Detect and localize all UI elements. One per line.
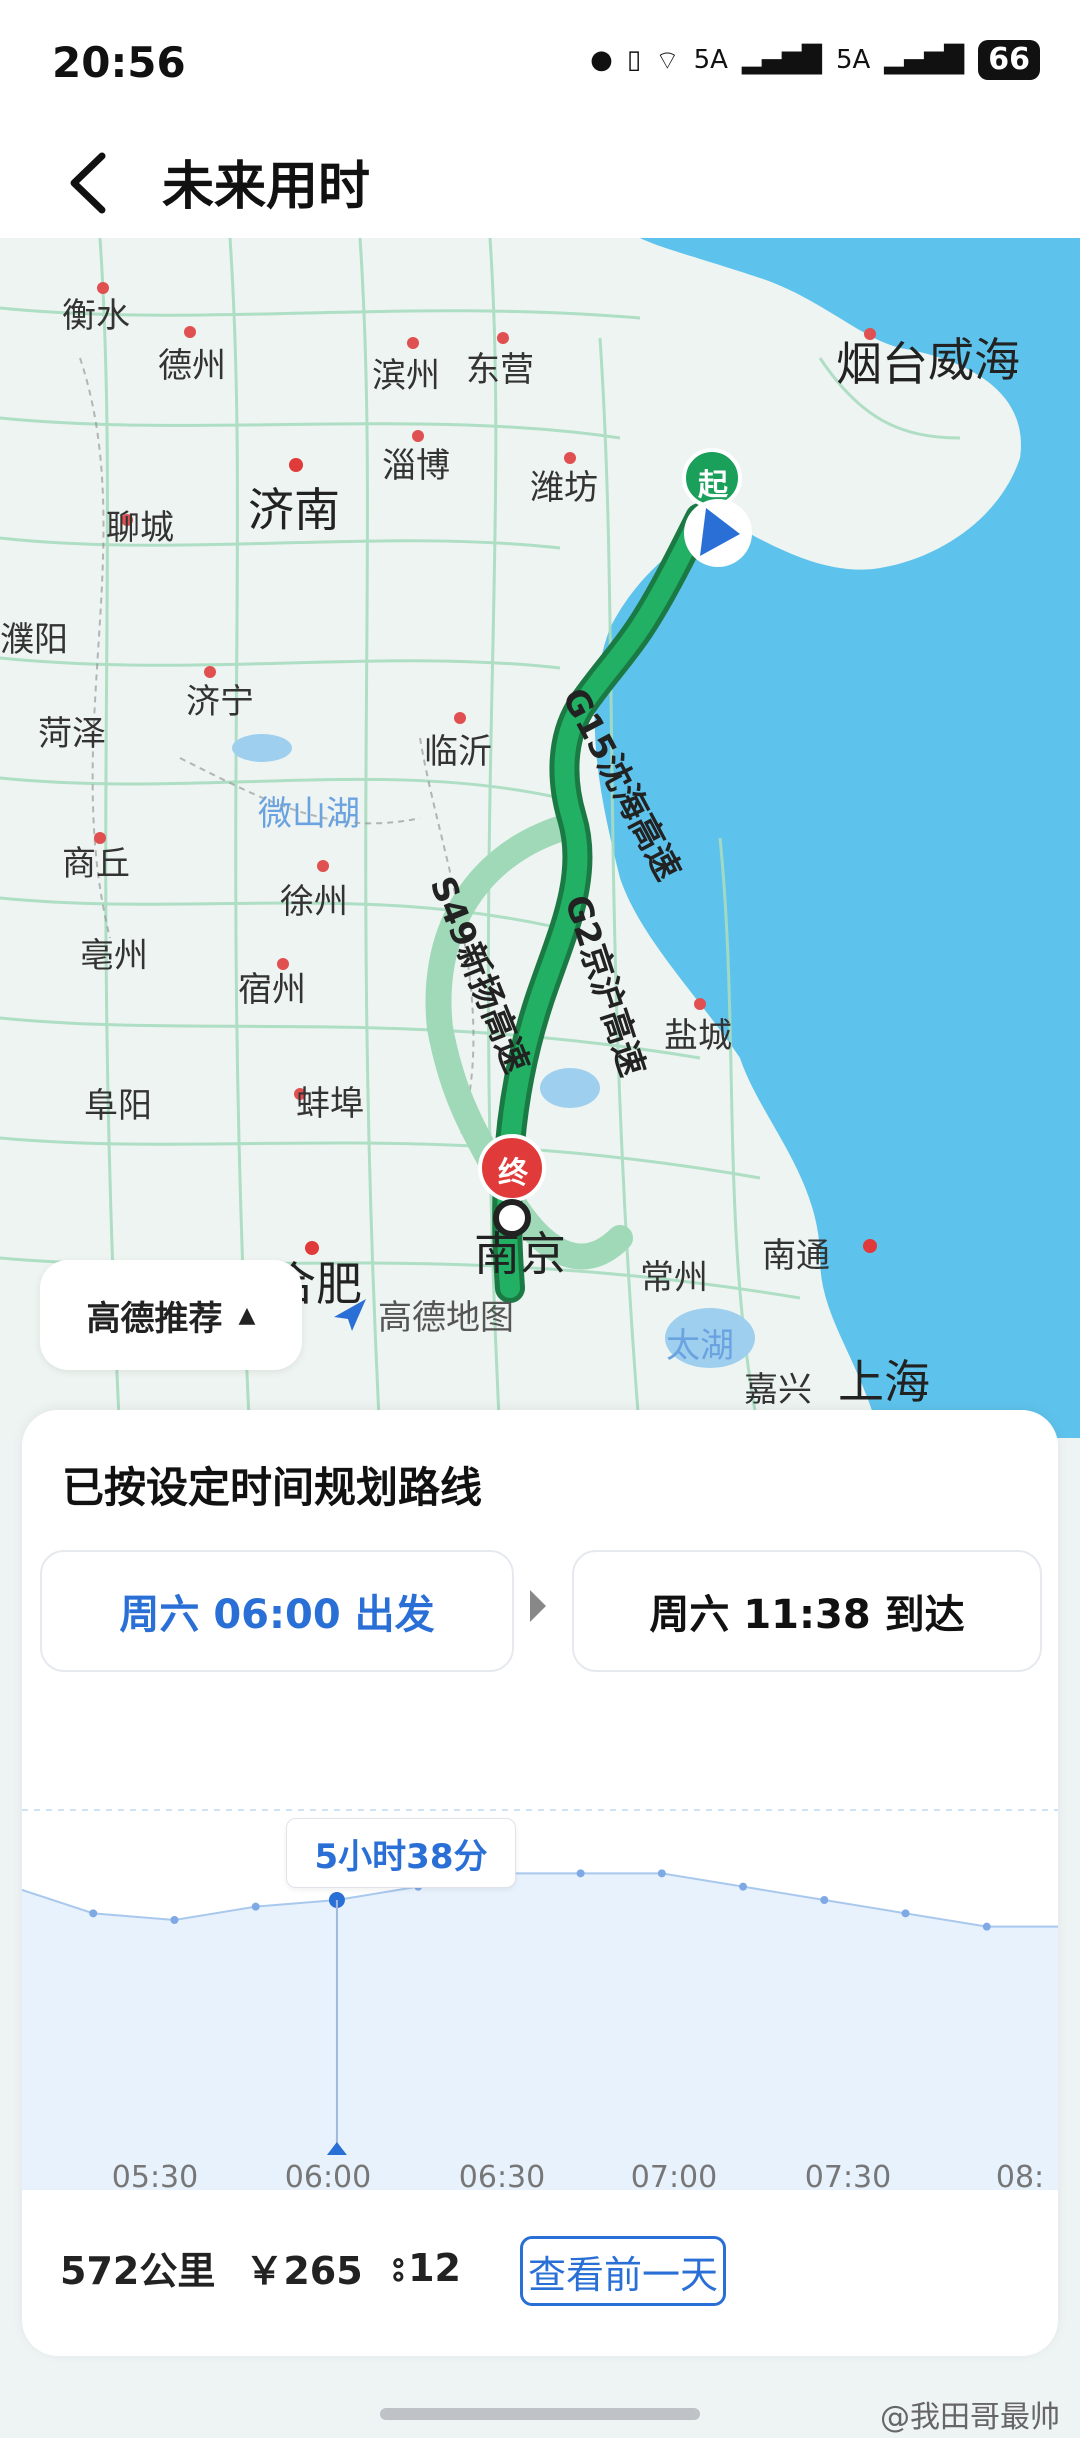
arrow-right-icon: [530, 1590, 546, 1622]
map-city-label: 宿州: [238, 970, 306, 1010]
route-summary: 572公里 ￥265 ⦂ 12: [60, 2240, 461, 2295]
map-city-label: 衡水: [62, 296, 130, 336]
x-tick-label: 06:30: [458, 2160, 546, 2195]
map-city-label: 濮阳: [0, 620, 68, 660]
weibo-watermark: @我田哥最帅: [880, 2400, 1060, 2435]
map-city-label: 临沂: [424, 732, 492, 772]
panel-title: 已按设定时间规划路线: [62, 1463, 483, 1512]
map-city-label: 淄博: [382, 446, 450, 486]
signal-label-1: 5A: [693, 45, 728, 75]
toll-text: ￥265: [245, 2249, 363, 2293]
chart-point[interactable]: [170, 1916, 179, 1924]
status-time: 20:56: [52, 38, 186, 87]
traffic-light-count: 12: [408, 2245, 461, 2290]
map-city-label: 盐城: [664, 1016, 732, 1056]
amap-arrow-icon: [334, 1298, 366, 1331]
home-indicator: [380, 2408, 700, 2420]
map-city-label: 威海: [928, 333, 1020, 387]
caret-up-icon: ▲: [238, 1302, 256, 1328]
end-marker[interactable]: 终: [496, 1148, 530, 1192]
map-city-label: 东营: [466, 350, 534, 390]
map-city-label: 菏泽: [38, 714, 106, 754]
start-marker[interactable]: 起: [696, 460, 730, 504]
logo-text: 高德地图: [378, 1298, 514, 1338]
map-city-label: 常州: [640, 1258, 708, 1298]
map-city-label: 南通: [762, 1236, 830, 1276]
map-lake-label: 太湖: [666, 1326, 734, 1366]
signal-label-2: 5A: [835, 45, 871, 75]
time-plan-panel: 已按设定时间规划路线 周六 06:00 出发 周六 11:38 到达 5小时38…: [22, 1410, 1058, 2356]
prev-day-button[interactable]: 查看前一天: [520, 2236, 726, 2306]
duration-tooltip: 5小时38分: [286, 1818, 516, 1888]
x-tick-label: 08:: [995, 2160, 1045, 2195]
map-city-label: 商丘: [62, 844, 130, 884]
map-city-label: 潍坊: [530, 468, 598, 508]
map-city-label: 亳州: [80, 936, 148, 976]
duration-chart[interactable]: [22, 1790, 1058, 2190]
map-city-label: 嘉兴: [744, 1370, 812, 1410]
amap-logo: 高德地图: [330, 1290, 514, 1339]
map-city-label: 德州: [158, 346, 226, 386]
map-city-label: 济宁: [186, 682, 254, 722]
chart-point[interactable]: [657, 1869, 666, 1878]
x-tick-label: 06:00: [284, 2160, 372, 2195]
chart-point[interactable]: [901, 1909, 910, 1918]
title-bar: 未来用时: [0, 130, 1080, 238]
distance-text: 572公里: [60, 2249, 216, 2293]
x-tick-label: 07:00: [630, 2160, 718, 2195]
map-city-label: 南京: [474, 1227, 566, 1281]
chart-point[interactable]: [89, 1909, 98, 1918]
map-city-label: 蚌埠: [296, 1084, 364, 1124]
traffic-light-info: ⦂ 12: [393, 2245, 461, 2290]
route-map[interactable]: 衡水 德州 滨州 东营 烟台 威海 淄博 潍坊 济南 聊城 濮阳 济宁 菏泽 临…: [0, 237, 1080, 1439]
status-bar: 20:56 ● ▯ ⌔ 5A ▂▄▆█ 5A ▂▄▆█ 66: [0, 0, 1080, 130]
map-city-label: 烟台: [836, 337, 928, 391]
arrive-time-button[interactable]: 周六 11:38 到达: [572, 1550, 1042, 1672]
traffic-light-icon: ⦂: [392, 2245, 405, 2289]
map-city-label: 滨州: [372, 356, 440, 396]
vibrate-icon: ▯: [626, 45, 642, 75]
x-tick-label: 07:30: [804, 2160, 892, 2195]
map-city-label: 上海: [838, 1355, 930, 1409]
map-lake-label: 微山湖: [258, 794, 360, 834]
depart-time-button[interactable]: 周六 06:00 出发: [40, 1550, 514, 1672]
battery-indicator: 66: [978, 40, 1040, 80]
back-arrow-icon[interactable]: [60, 148, 120, 218]
chart-point[interactable]: [576, 1869, 585, 1878]
map-city-label: 阜阳: [84, 1086, 152, 1126]
chart-point[interactable]: [982, 1922, 991, 1931]
signal-icon-1: ▂▄▆█: [741, 45, 822, 75]
map-city-label: 济南: [248, 483, 340, 537]
chart-point[interactable]: [251, 1902, 260, 1911]
x-tick-label: 05:30: [111, 2160, 199, 2195]
map-city-label: 聊城: [106, 508, 174, 548]
status-icons: ● ▯ ⌔ 5A ▂▄▆█ 5A ▂▄▆█ 66: [590, 40, 1040, 80]
location-icon: ●: [590, 45, 613, 75]
signal-icon-2: ▂▄▆█: [884, 45, 965, 75]
wifi-icon: ⌔: [655, 45, 680, 76]
route-recommend-button[interactable]: 高德推荐 ▲: [40, 1260, 302, 1370]
page-title: 未来用时: [162, 157, 371, 217]
chart-point[interactable]: [820, 1896, 829, 1904]
map-city-label: 徐州: [280, 882, 348, 922]
chart-point[interactable]: [739, 1882, 748, 1891]
recommend-label: 高德推荐: [86, 1298, 223, 1339]
